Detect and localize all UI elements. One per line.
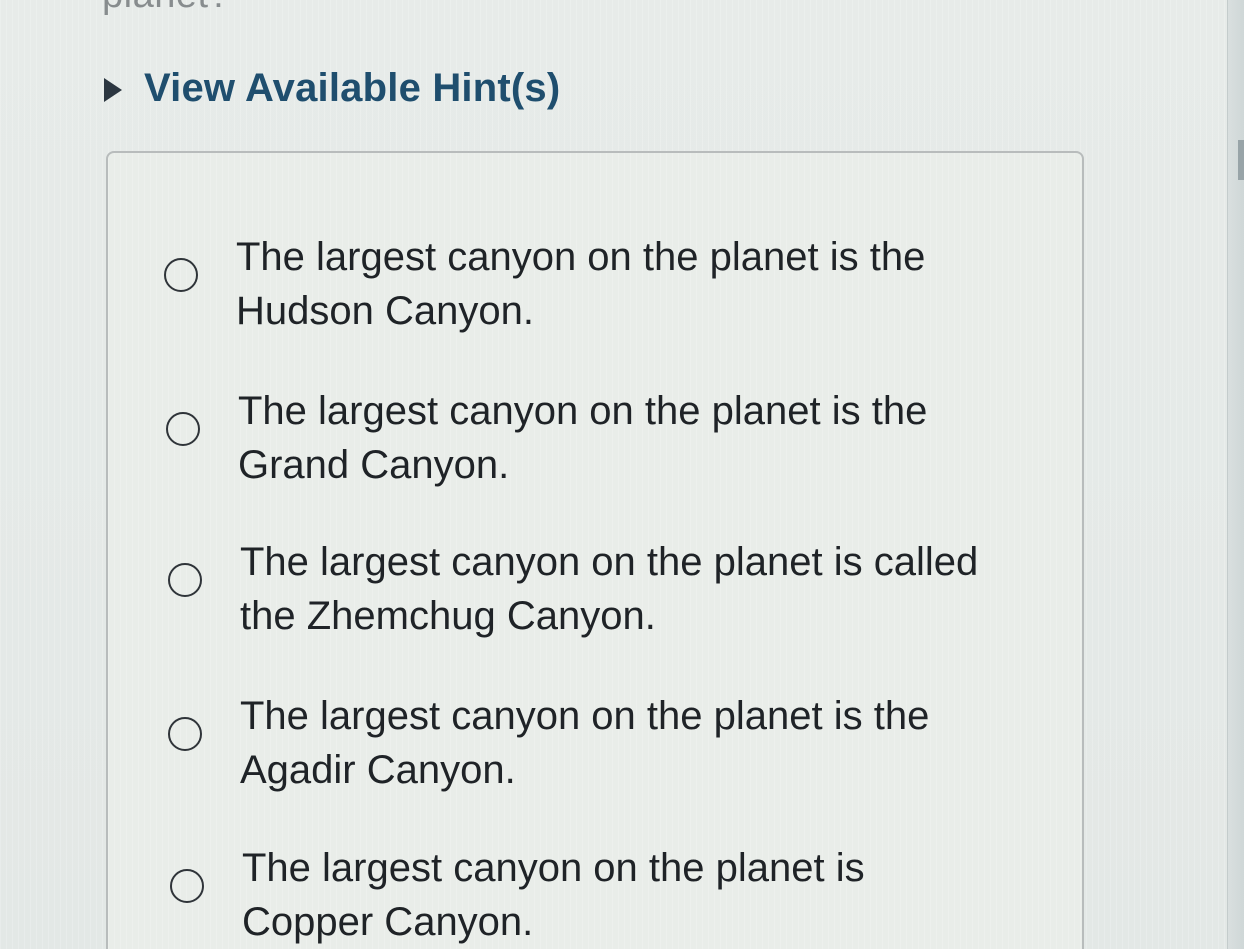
answer-option-text: The largest canyon on the planet is the … bbox=[240, 689, 1020, 797]
answer-option-1[interactable]: The largest canyon on the planet is the … bbox=[164, 230, 1016, 338]
radio-button-icon[interactable] bbox=[164, 258, 198, 292]
radio-button-icon[interactable] bbox=[170, 869, 204, 903]
view-hints-label: View Available Hint(s) bbox=[144, 66, 561, 110]
answer-option-line-2: the Zhemchug Canyon. bbox=[240, 594, 656, 638]
answer-option-line-2: Grand Canyon. bbox=[238, 443, 510, 487]
answer-option-line-1: The largest canyon on the planet is call… bbox=[240, 540, 979, 584]
answer-option-line-2: Hudson Canyon. bbox=[236, 289, 534, 333]
answer-options-box: The largest canyon on the planet is the … bbox=[106, 151, 1084, 949]
radio-button-icon[interactable] bbox=[166, 412, 200, 446]
radio-button-icon[interactable] bbox=[168, 563, 202, 597]
answer-option-text: The largest canyon on the planet is call… bbox=[240, 535, 1020, 643]
caret-right-icon bbox=[104, 77, 122, 102]
answer-option-line-1: The largest canyon on the planet is the bbox=[240, 694, 930, 738]
answer-option-text: The largest canyon on the planet is Copp… bbox=[242, 841, 1022, 949]
answer-option-line-1: The largest canyon on the planet is the bbox=[236, 235, 926, 279]
answer-option-4[interactable]: The largest canyon on the planet is the … bbox=[168, 689, 1020, 797]
answer-option-line-1: The largest canyon on the planet is the bbox=[238, 389, 928, 433]
answer-option-line-1: The largest canyon on the planet is bbox=[242, 846, 865, 890]
view-hints-toggle[interactable]: View Available Hint(s) bbox=[104, 66, 560, 111]
radio-button-icon[interactable] bbox=[168, 717, 202, 751]
page: planet? View Available Hint(s) The large… bbox=[0, 0, 1244, 949]
answer-option-3[interactable]: The largest canyon on the planet is call… bbox=[168, 535, 1020, 643]
answer-option-2[interactable]: The largest canyon on the planet is the … bbox=[166, 384, 1018, 492]
answer-option-text: The largest canyon on the planet is the … bbox=[236, 230, 1016, 338]
cutoff-question-text: planet? bbox=[102, 0, 230, 17]
answer-option-line-2: Agadir Canyon. bbox=[240, 748, 516, 792]
answer-option-text: The largest canyon on the planet is the … bbox=[238, 384, 1018, 492]
answer-option-line-2: Copper Canyon. bbox=[242, 900, 534, 944]
answer-option-5[interactable]: The largest canyon on the planet is Copp… bbox=[170, 841, 1022, 949]
edge-marker bbox=[1238, 140, 1244, 180]
